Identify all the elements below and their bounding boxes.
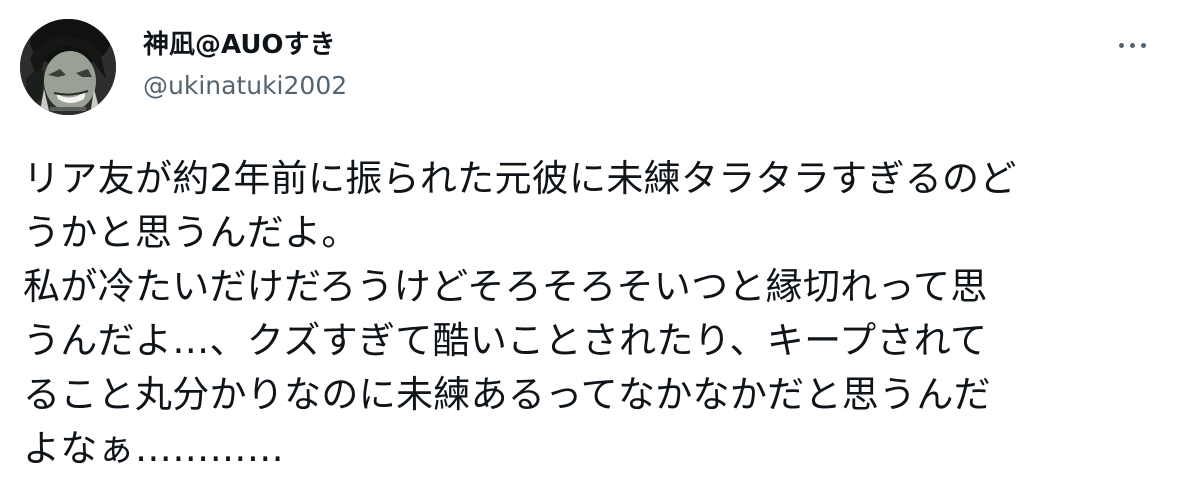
avatar-image — [20, 19, 116, 115]
more-options-button[interactable] — [1108, 30, 1156, 60]
tweet-text-line: 私が冷たいだけだろうけどそろそろそいつと縁切れって思 — [23, 265, 988, 308]
tweet-card: 神凪@AUOすき @ukinatuki2002 リア友が約2年前に振られた元彼に… — [0, 0, 1180, 488]
avatar[interactable] — [20, 19, 116, 115]
tweet-text-line: うんだよ…、クズすぎて酷いことされたり、キープされて — [23, 319, 988, 362]
tweet-text-line: うかと思うんだよ。 — [23, 211, 359, 254]
display-name[interactable]: 神凪@AUOすき — [143, 30, 336, 60]
tweet-text-line: リア友が約2年前に振られた元彼に未練タラタラすぎるのど — [23, 157, 1017, 200]
tweet-text-line: ること丸分かりなのに未練あるってなかなかだと思うんだ — [23, 373, 991, 416]
more-horizontal-icon — [1118, 42, 1146, 48]
user-handle[interactable]: @ukinatuki2002 — [143, 71, 347, 101]
tweet-text-line: よなぁ………… — [23, 427, 285, 470]
tweet-text: リア友が約2年前に振られた元彼に未練タラタラすぎるのど うかと思うんだよ。 私が… — [23, 152, 1153, 476]
